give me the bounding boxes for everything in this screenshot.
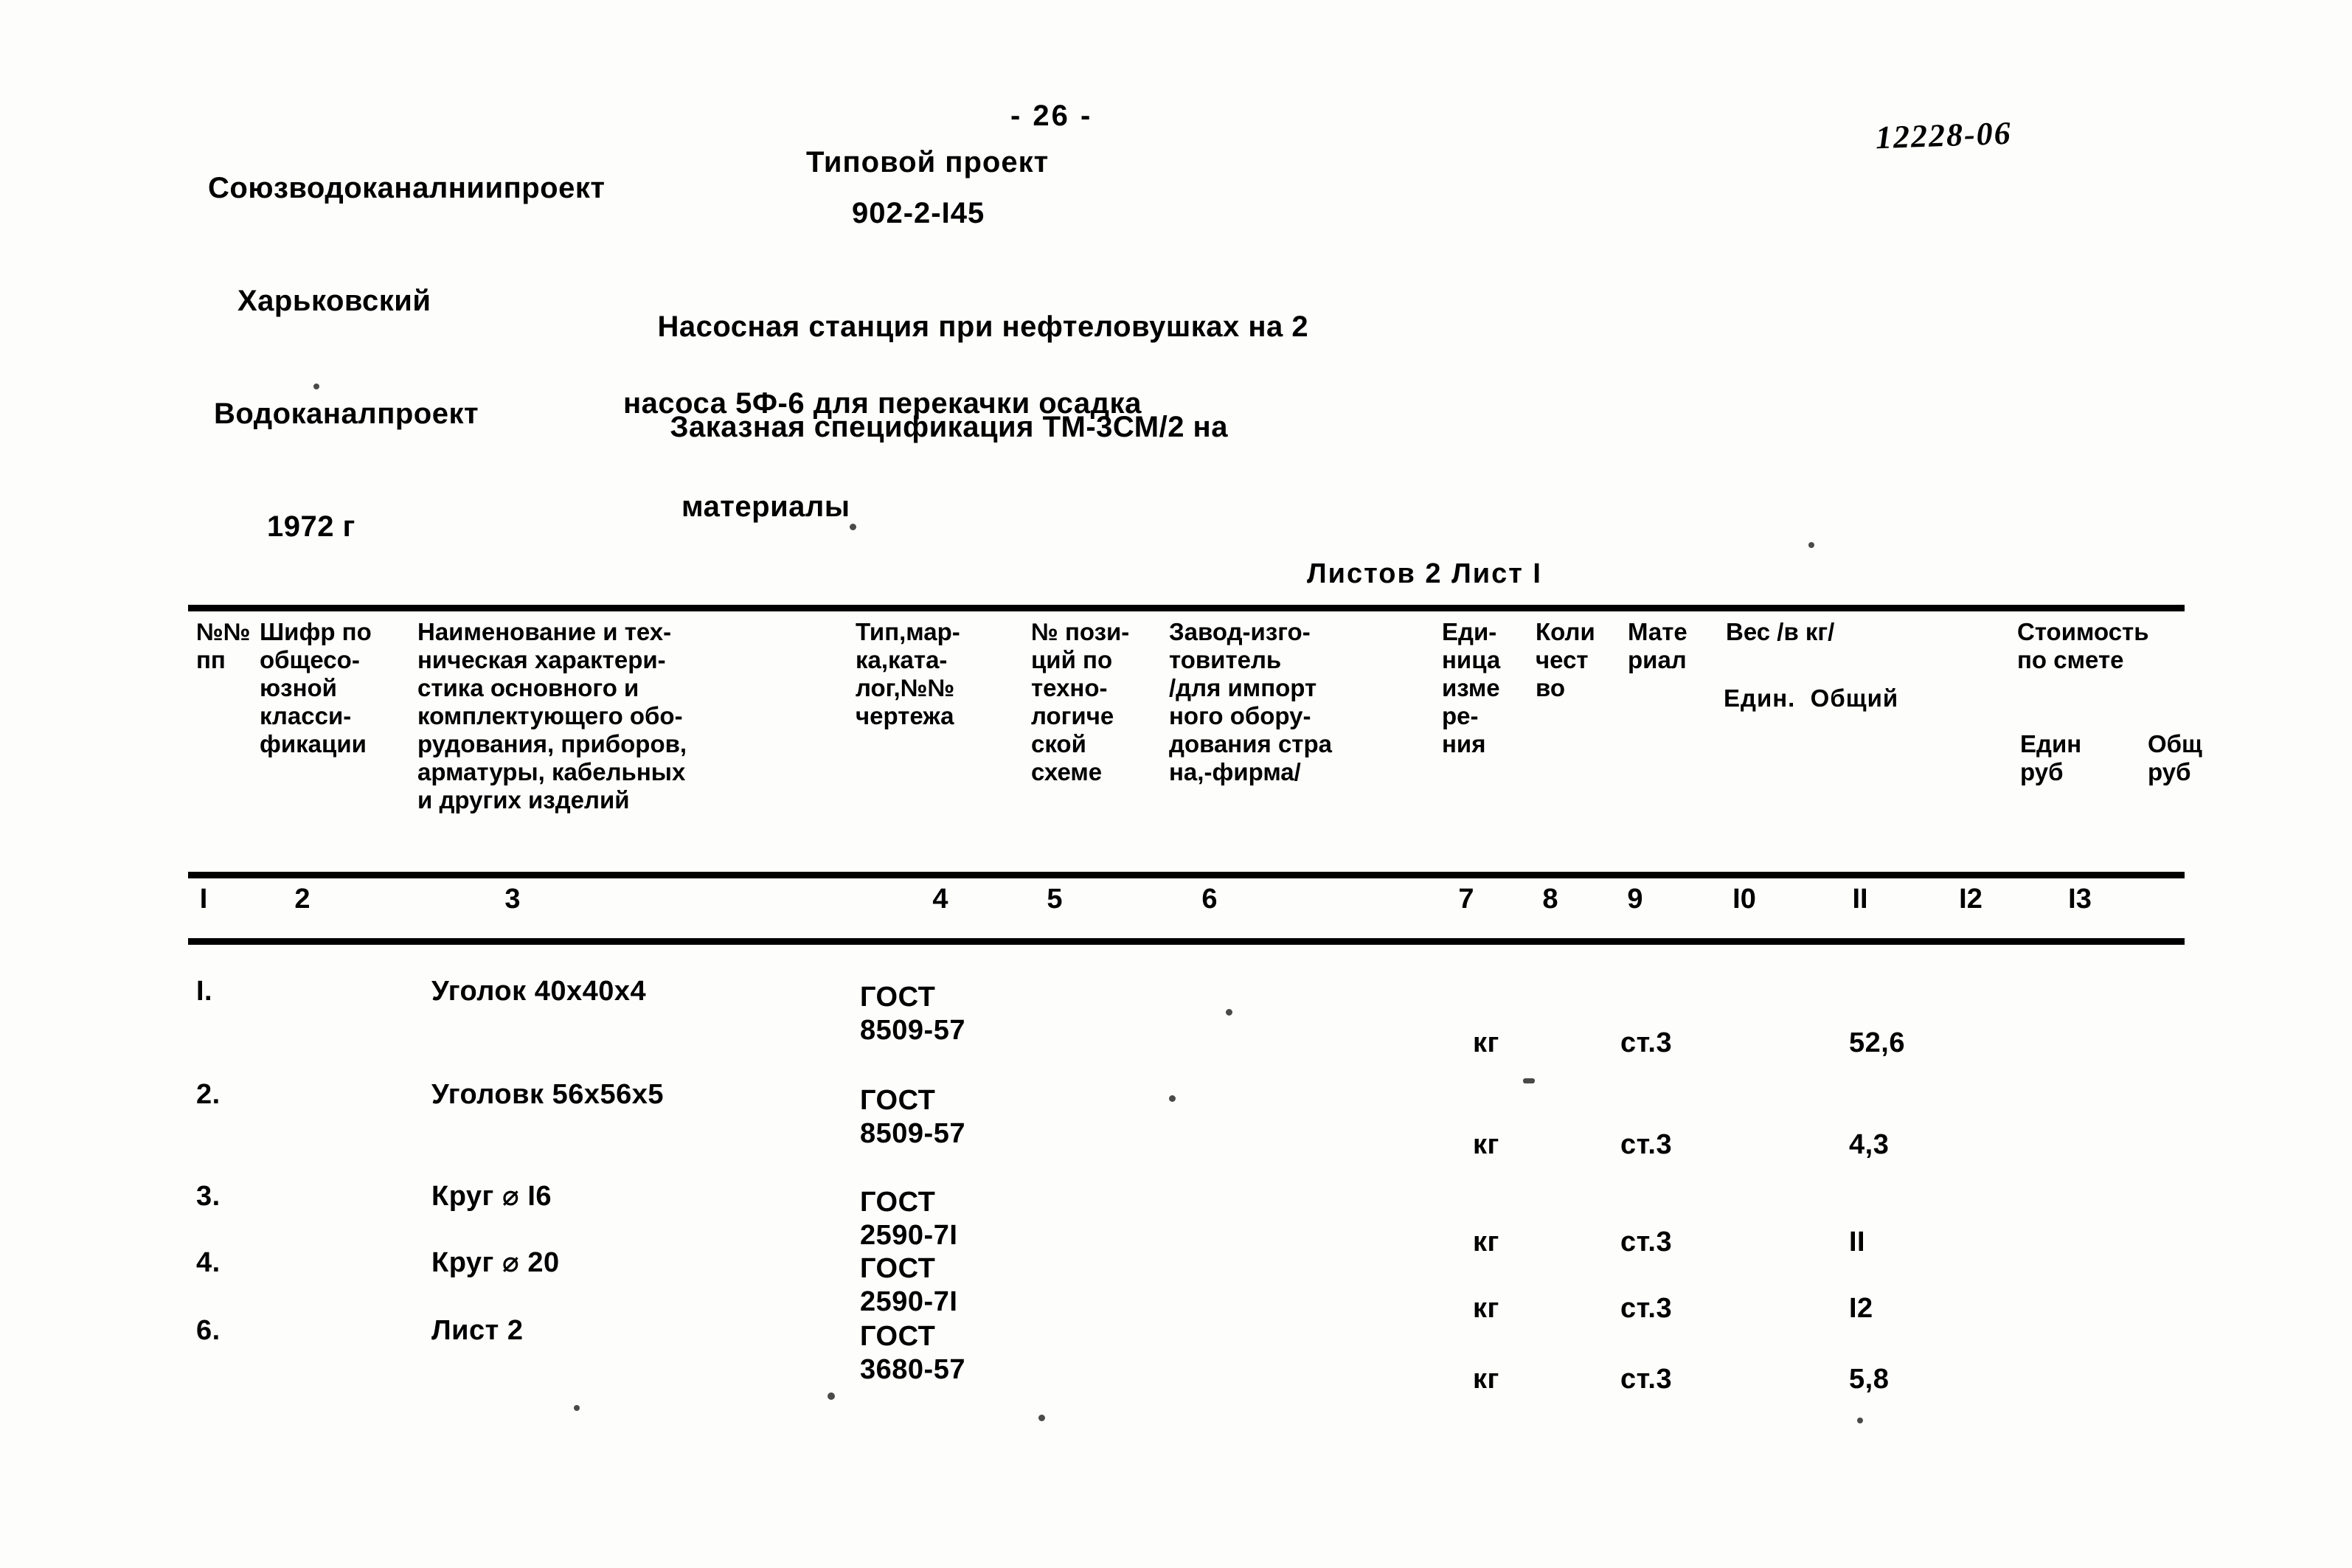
table-column-number: 4 bbox=[932, 884, 948, 915]
table-cell-description: Лист 2 bbox=[431, 1315, 524, 1346]
table-cell-weight-unit: 5,8 bbox=[1849, 1364, 1890, 1395]
table-row-number: 4. bbox=[196, 1247, 221, 1278]
table-row-number: I. bbox=[196, 976, 213, 1007]
scan-speckle bbox=[1226, 1009, 1232, 1016]
table-row-number: 3. bbox=[196, 1181, 221, 1212]
table-cell-material: ст.3 bbox=[1620, 1293, 1673, 1324]
table-column-number: I3 bbox=[2068, 884, 2092, 915]
table-cell-weight-unit: II bbox=[1849, 1227, 1866, 1257]
page-number: - 26 - bbox=[1010, 100, 1093, 132]
document-page: Союзводоканалниипроект Харьковский Водок… bbox=[0, 0, 2352, 1568]
table-column-number: 3 bbox=[504, 884, 521, 915]
table-cell-gost: ГОСТ 2590-7I bbox=[860, 1253, 958, 1317]
organization-block: Союзводоканалниипроект Харьковский Водок… bbox=[208, 94, 605, 621]
sheet-info: Листов 2 Лист I bbox=[1307, 558, 1542, 589]
document-title-line-1: Насосная станция при нефтеловушках на 2 bbox=[657, 311, 1309, 343]
document-subtitle-line-2: материалы bbox=[681, 490, 850, 523]
table-column-number: 6 bbox=[1201, 884, 1218, 915]
table-column-number: 9 bbox=[1627, 884, 1643, 915]
table-header-material: Мате риал bbox=[1628, 618, 1687, 673]
organization-line-1: Союзводоканалниипроект bbox=[208, 172, 606, 204]
table-cell-gost: ГОСТ 2590-7I bbox=[860, 1187, 958, 1251]
table-cell-weight-unit: 52,6 bbox=[1849, 1027, 1905, 1058]
table-cell-gost: ГОСТ 3680-57 bbox=[860, 1321, 965, 1385]
table-cell-description: Круг ⌀ 20 bbox=[431, 1247, 560, 1278]
scan-speckle bbox=[1857, 1418, 1863, 1423]
organization-line-3: Водоканалпроект bbox=[214, 398, 479, 430]
table-cell-gost: ГОСТ 8509-57 bbox=[860, 1085, 965, 1149]
project-code: 902-2-I45 bbox=[852, 197, 985, 229]
table-header-weight: Вес /в кг/ bbox=[1726, 618, 1835, 645]
table-cell-material: ст.3 bbox=[1620, 1129, 1673, 1160]
table-header-unit: Еди- ница изме ре- ния bbox=[1442, 618, 1501, 757]
table-cell-unit: кг bbox=[1473, 1129, 1499, 1160]
table-header-manufacturer: Завод-изго- товитель /для импорт ного об… bbox=[1169, 618, 1332, 785]
table-column-number: 5 bbox=[1047, 884, 1063, 915]
table-cell-material: ст.3 bbox=[1620, 1227, 1673, 1257]
table-cell-description: Уголовк 56х56х5 bbox=[431, 1079, 665, 1110]
project-type-label: Типовой проект bbox=[806, 146, 1050, 178]
scan-speckle bbox=[313, 384, 319, 389]
document-subtitle: Заказная спецификация ТМ-3СМ/2 на матери… bbox=[636, 367, 1228, 606]
table-column-number: I bbox=[199, 884, 208, 915]
table-header-type-catalog: Тип,мар- ка,ката- лог,№№ чертежа bbox=[856, 618, 960, 729]
scan-speckle bbox=[1038, 1415, 1045, 1421]
table-cell-description: Уголок 40х40х4 bbox=[431, 976, 647, 1007]
table-column-number: 2 bbox=[294, 884, 311, 915]
scan-speckle bbox=[1808, 542, 1814, 548]
table-header-cost: Стоимость по смете bbox=[2017, 618, 2149, 673]
table-cell-unit: кг bbox=[1473, 1027, 1499, 1058]
table-subheader-cost-unit: Един руб bbox=[2020, 730, 2082, 785]
table-subheader-weight-unit-total: Един. Общий bbox=[1724, 684, 1899, 712]
table-cell-weight-unit: I2 bbox=[1849, 1293, 1873, 1324]
scan-speckle bbox=[850, 524, 856, 530]
table-numbers-separator-rule bbox=[188, 938, 2185, 945]
organization-line-2: Харьковский bbox=[237, 285, 431, 317]
scan-speckle bbox=[1523, 1078, 1535, 1083]
table-header-position-number: № пози- ций по техно- логиче ской схеме bbox=[1031, 618, 1130, 785]
table-column-number: I2 bbox=[1959, 884, 1982, 915]
table-header-classification: Шифр по общесо- юзной класси- фикации bbox=[260, 618, 372, 757]
table-cell-gost: ГОСТ 8509-57 bbox=[860, 982, 965, 1046]
document-subtitle-line-1: Заказная спецификация ТМ-3СМ/2 на bbox=[670, 411, 1228, 443]
scan-speckle bbox=[574, 1405, 580, 1411]
table-cell-material: ст.3 bbox=[1620, 1027, 1673, 1058]
table-header-description: Наименование и тех- ническая характери- … bbox=[417, 618, 687, 814]
table-cell-description: Круг ⌀ I6 bbox=[431, 1181, 552, 1212]
table-header-separator-rule bbox=[188, 872, 2185, 878]
table-row-number: 6. bbox=[196, 1315, 221, 1346]
organization-year: 1972 г bbox=[267, 510, 355, 543]
table-cell-unit: кг bbox=[1473, 1293, 1499, 1324]
table-row-number: 2. bbox=[196, 1079, 221, 1110]
archive-code-handwritten: 12228-06 bbox=[1875, 114, 2013, 156]
table-header-pp: №№ пп bbox=[196, 618, 251, 673]
table-subheader-cost-total: Общ руб bbox=[2148, 730, 2202, 785]
table-column-number: 7 bbox=[1458, 884, 1474, 915]
table-cell-unit: кг bbox=[1473, 1227, 1499, 1257]
table-column-number: I0 bbox=[1732, 884, 1756, 915]
table-cell-unit: кг bbox=[1473, 1364, 1499, 1395]
table-column-number: II bbox=[1852, 884, 1868, 915]
scan-speckle bbox=[1169, 1095, 1176, 1102]
scan-speckle bbox=[828, 1392, 835, 1400]
table-cell-weight-unit: 4,3 bbox=[1849, 1129, 1890, 1160]
table-header-quantity: Коли чест во bbox=[1536, 618, 1595, 701]
table-top-rule bbox=[188, 605, 2185, 611]
table-cell-material: ст.3 bbox=[1620, 1364, 1673, 1395]
table-column-number: 8 bbox=[1542, 884, 1558, 915]
